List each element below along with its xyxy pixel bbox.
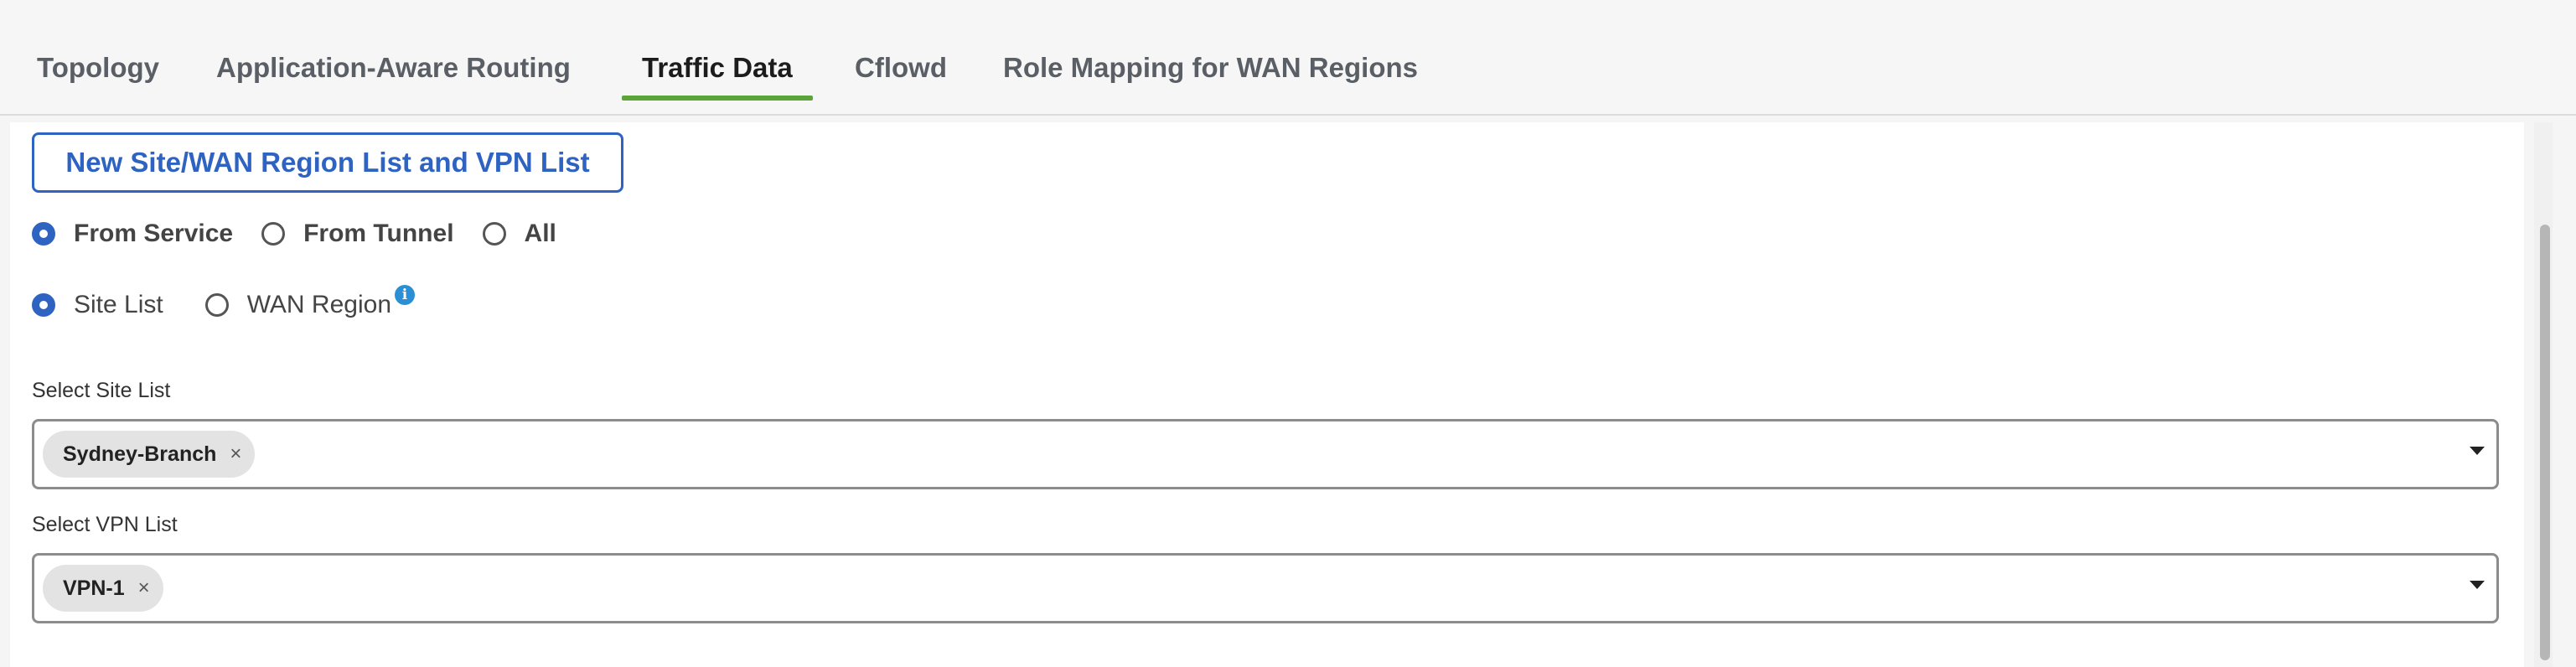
radio-from-service[interactable]: From Service xyxy=(32,220,233,248)
radio-site-list-label: Site List xyxy=(74,291,163,318)
radio-from-tunnel[interactable]: From Tunnel xyxy=(261,220,454,248)
radio-wan-region-label: WAN Region xyxy=(246,291,391,318)
tab-cflowd[interactable]: Cflowd xyxy=(855,52,947,99)
tab-topology[interactable]: Topology xyxy=(37,52,159,99)
radio-wan-region[interactable]: WAN Region i xyxy=(204,285,415,319)
tab-application-aware-routing[interactable]: Application-Aware Routing xyxy=(216,52,571,99)
vpn-list-select[interactable]: VPN-1 × xyxy=(32,553,2499,623)
radio-unchecked-icon[interactable] xyxy=(482,222,506,246)
new-site-wan-region-vpn-list-button[interactable]: New Site/WAN Region List and VPN List xyxy=(32,132,623,193)
radio-checked-icon[interactable] xyxy=(32,222,55,246)
vpn-chip-label: VPN-1 xyxy=(63,576,125,600)
radio-site-list[interactable]: Site List xyxy=(32,291,163,319)
select-site-list-label: Select Site List xyxy=(32,379,171,402)
chevron-down-icon[interactable] xyxy=(2470,581,2485,589)
radio-all-label: All xyxy=(524,220,556,247)
site-chip-label: Sydney-Branch xyxy=(63,442,217,466)
scrollbar-thumb[interactable] xyxy=(2540,225,2550,660)
site-list-select[interactable]: Sydney-Branch × xyxy=(32,419,2499,489)
radio-unchecked-icon[interactable] xyxy=(261,222,286,246)
radio-from-tunnel-label: From Tunnel xyxy=(303,220,454,247)
chevron-down-icon[interactable] xyxy=(2470,447,2485,455)
remove-chip-icon[interactable]: × xyxy=(230,442,241,466)
site-chip: Sydney-Branch × xyxy=(43,431,256,478)
vpn-chip: VPN-1 × xyxy=(43,565,163,612)
radio-from-service-label: From Service xyxy=(74,220,234,247)
select-vpn-list-label: Select VPN List xyxy=(32,513,178,536)
remove-chip-icon[interactable]: × xyxy=(138,577,150,600)
tab-traffic-data[interactable]: Traffic Data xyxy=(622,52,813,101)
direction-radio-group: From Service From Tunnel All xyxy=(32,220,556,248)
policy-tab-bar: Topology Application-Aware Routing Traff… xyxy=(0,0,2576,116)
radio-checked-icon[interactable] xyxy=(32,293,55,317)
radio-unchecked-icon[interactable] xyxy=(204,293,229,317)
scope-radio-group: Site List WAN Region i xyxy=(32,285,415,319)
radio-all[interactable]: All xyxy=(482,220,556,248)
tab-role-mapping-wan-regions[interactable]: Role Mapping for WAN Regions xyxy=(1003,52,1418,99)
info-icon[interactable]: i xyxy=(395,285,415,305)
